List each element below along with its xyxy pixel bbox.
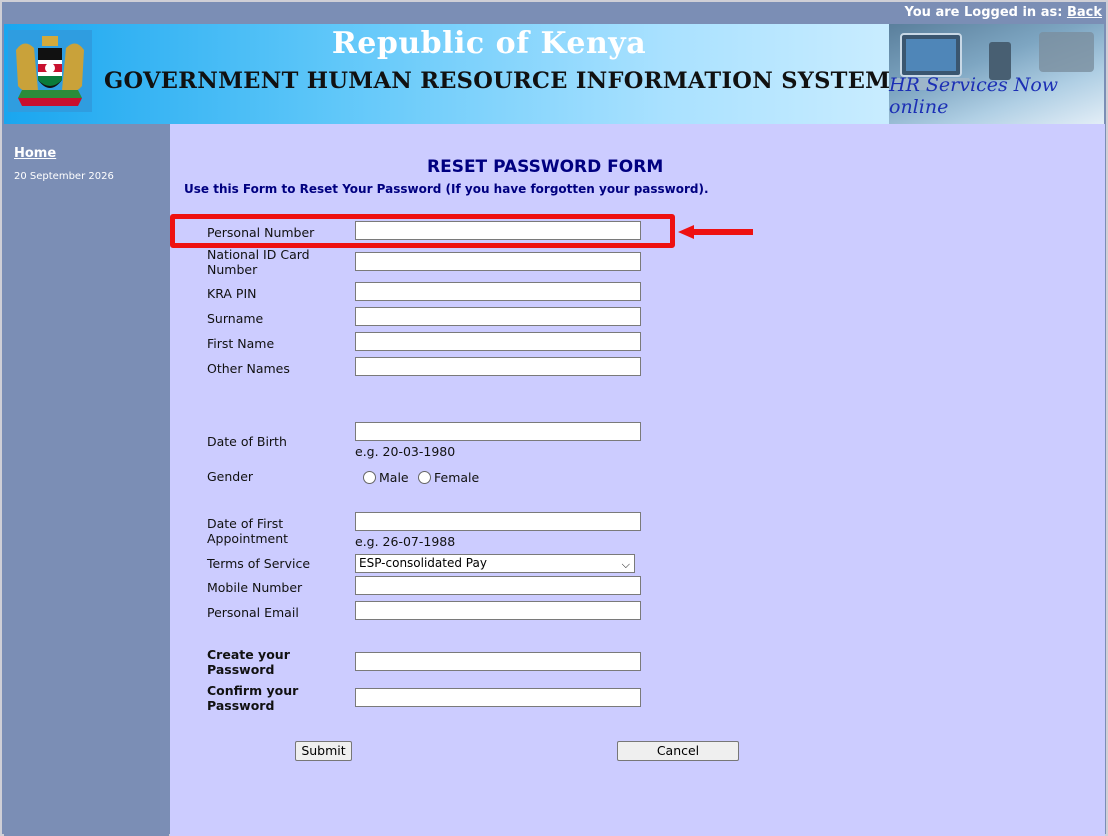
appointment-hint: e.g. 26-07-1988	[355, 534, 456, 549]
current-date: 20 September 2026	[14, 171, 114, 182]
header-banner: Republic of Kenya GOVERNMENT HUMAN RESOU…	[4, 24, 1104, 124]
main-content: RESET PASSWORD FORM Use this Form to Res…	[170, 124, 1105, 836]
tagline: HR Services Now online	[889, 74, 1059, 118]
cancel-button[interactable]: Cancel	[617, 741, 739, 761]
dob-hint: e.g. 20-03-1980	[355, 444, 456, 459]
gender-male-label: Male	[379, 470, 409, 485]
form-subtitle: Use this Form to Reset Your Password (If…	[184, 182, 709, 196]
chevron-down-icon: ⌵	[621, 558, 630, 571]
other-names-label: Other Names	[207, 361, 290, 376]
surname-input[interactable]	[355, 307, 641, 326]
first-appointment-label: Date of First Appointment	[207, 516, 289, 546]
app-frame: You are Logged in as: Back Republic of K…	[0, 0, 1108, 836]
mobile-input[interactable]	[355, 576, 641, 595]
dob-input[interactable]	[355, 422, 641, 441]
email-input[interactable]	[355, 601, 641, 620]
banner-photo: HR Services Now online	[889, 24, 1104, 124]
national-id-input[interactable]	[355, 252, 641, 271]
first-name-label: First Name	[207, 336, 275, 351]
dob-label: Date of Birth	[207, 434, 287, 449]
other-names-input[interactable]	[355, 357, 641, 376]
sidebar: Home 20 September 2026	[4, 124, 169, 836]
gender-female-label: Female	[434, 470, 480, 485]
submit-button[interactable]: Submit	[295, 741, 352, 761]
gender-male-option[interactable]: Male	[363, 470, 409, 485]
confirm-password-label: Confirm your Password	[207, 683, 299, 713]
logged-in-label: You are Logged in as:	[904, 5, 1063, 20]
arrow-left-icon	[678, 225, 753, 239]
radio-female[interactable]	[418, 471, 431, 484]
create-password-label: Create your Password	[207, 647, 290, 677]
home-link[interactable]: Home	[14, 146, 56, 161]
create-password-input[interactable]	[355, 652, 641, 671]
mobile-label: Mobile Number	[207, 580, 303, 595]
terms-selected-value: ESP-consolidated Pay	[359, 556, 487, 570]
radio-male[interactable]	[363, 471, 376, 484]
gender-female-option[interactable]: Female	[418, 470, 479, 485]
terms-select[interactable]: ESP-consolidated Pay ⌵	[355, 554, 635, 573]
gender-label: Gender	[207, 469, 254, 484]
first-appointment-input[interactable]	[355, 512, 641, 531]
banner-title: Republic of Kenya	[331, 26, 647, 61]
terms-label: Terms of Service	[207, 556, 311, 571]
surname-label: Surname	[207, 311, 264, 326]
top-bar: You are Logged in as: Back	[2, 2, 1106, 24]
confirm-password-input[interactable]	[355, 688, 641, 707]
form-title: RESET PASSWORD FORM	[427, 157, 664, 177]
back-link[interactable]: Back	[1067, 5, 1102, 20]
kra-pin-label: KRA PIN	[207, 286, 257, 301]
national-id-label: National ID Card Number	[207, 247, 310, 277]
personal-number-input[interactable]	[355, 221, 641, 240]
kra-pin-input[interactable]	[355, 282, 641, 301]
first-name-input[interactable]	[355, 332, 641, 351]
banner-subtitle: GOVERNMENT HUMAN RESOURCE INFORMATION SY…	[104, 68, 891, 94]
personal-number-label: Personal Number	[207, 225, 315, 240]
login-status: You are Logged in as: Back	[905, 5, 1102, 20]
email-label: Personal Email	[207, 605, 299, 620]
